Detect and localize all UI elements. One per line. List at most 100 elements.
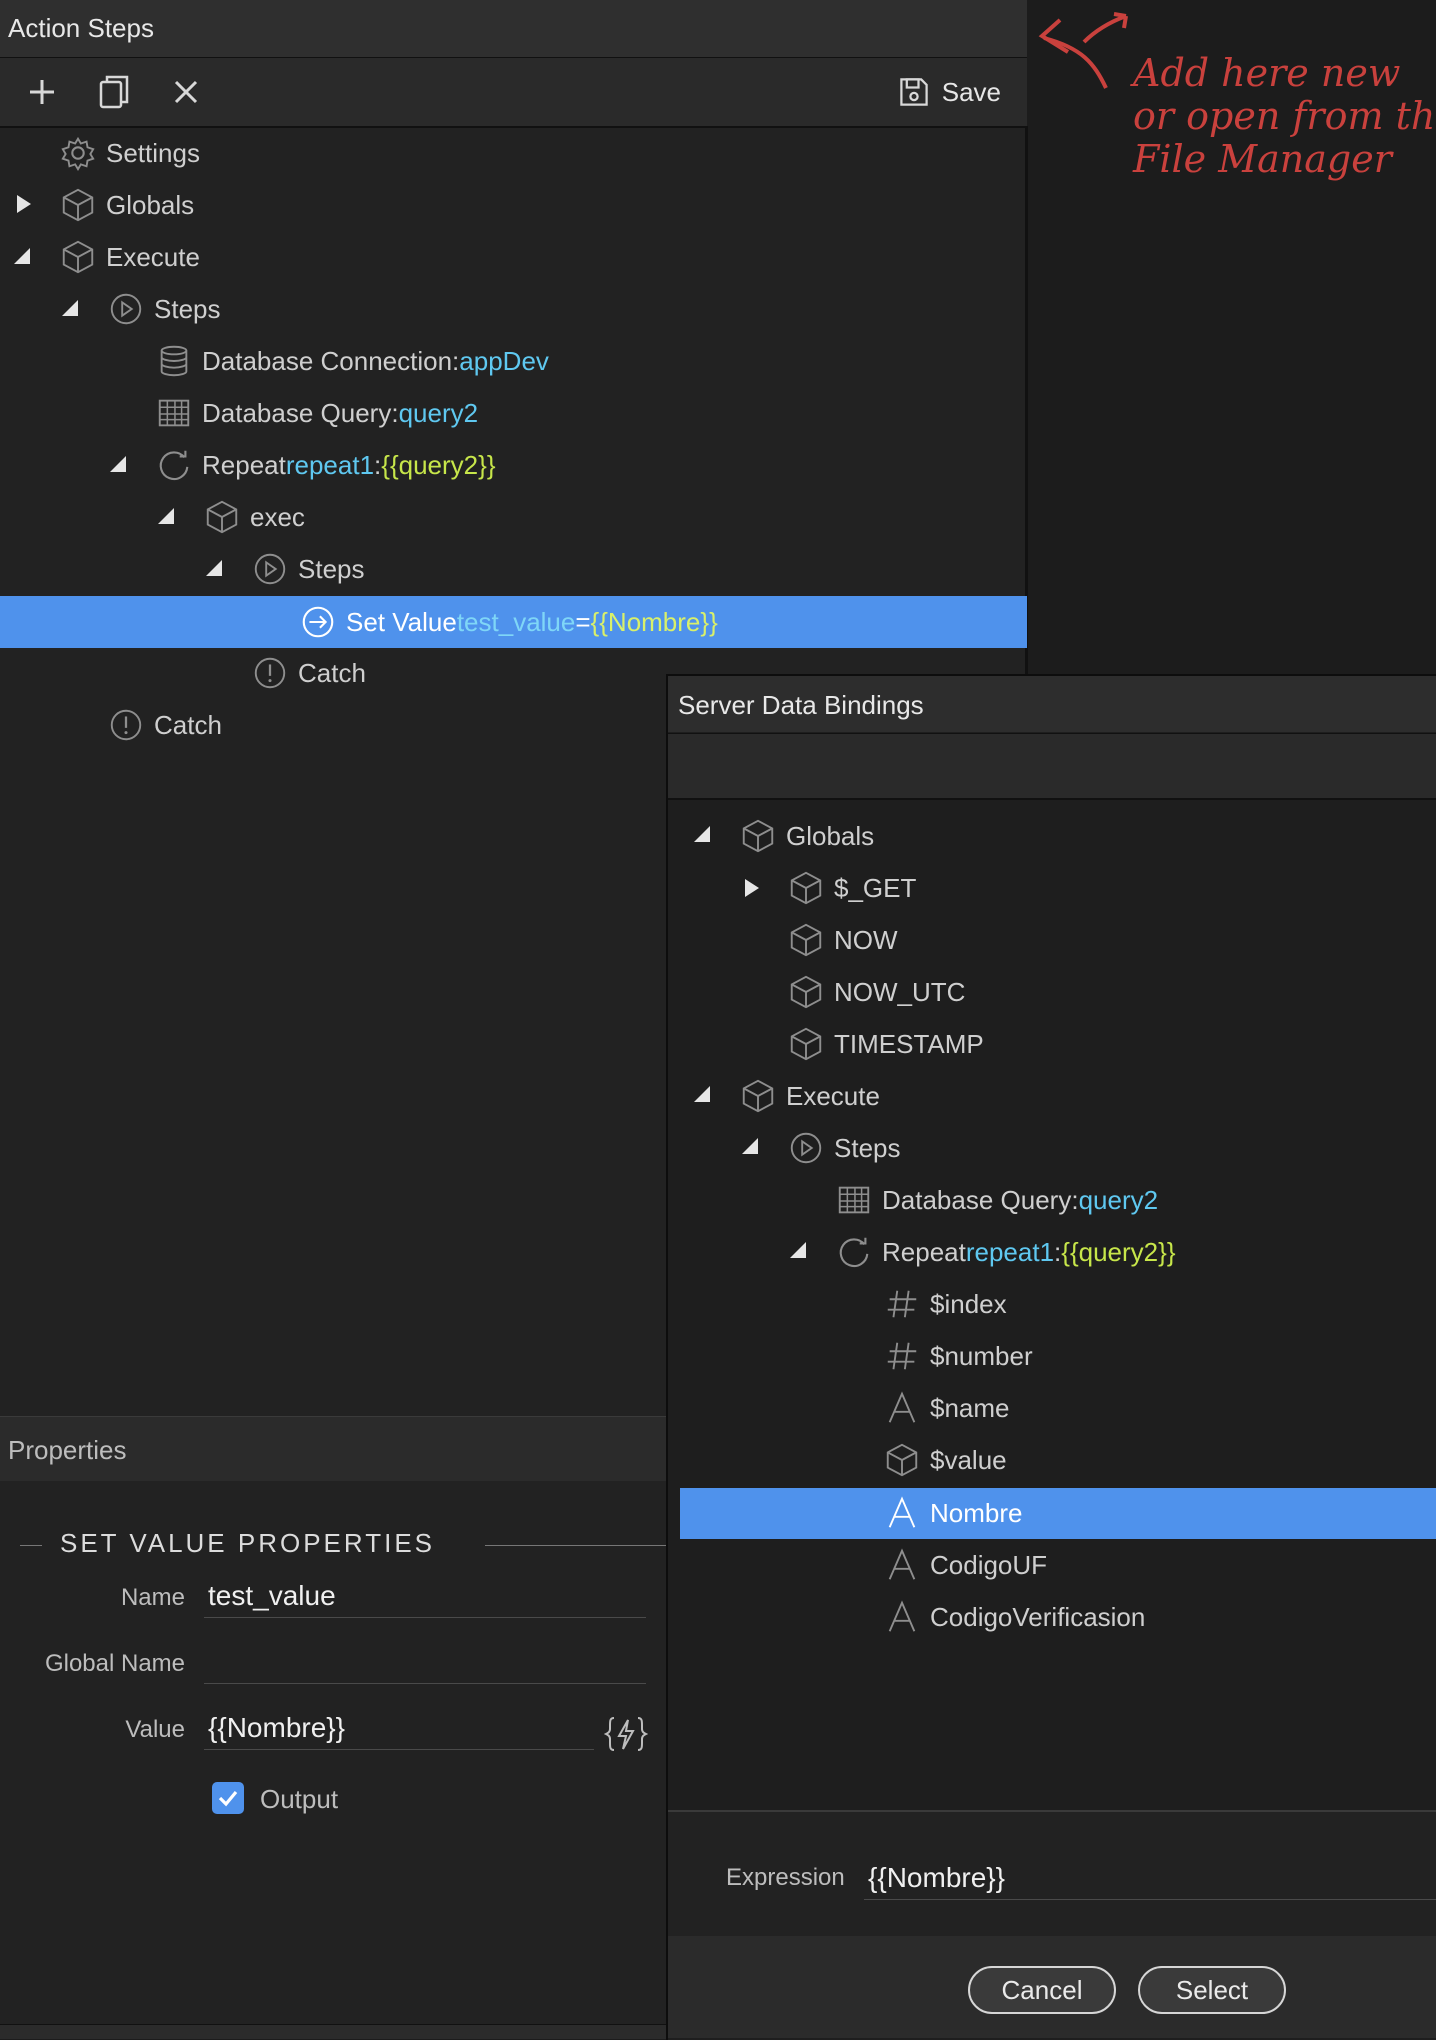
tree-item-inner-catch[interactable]: Catch: [250, 647, 366, 699]
binding-repeat[interactable]: Repeat repeat1: {{query2}}: [834, 1226, 1176, 1278]
output-checkbox[interactable]: [212, 1782, 244, 1814]
hash-icon: [882, 1336, 922, 1376]
text-type-icon: [882, 1493, 922, 1533]
section-title: SET VALUE PROPERTIES: [60, 1528, 435, 1558]
gear-icon: [58, 133, 98, 173]
copy-icon: [99, 75, 129, 109]
output-label: Output: [260, 1784, 339, 1814]
binding-index[interactable]: $index: [882, 1278, 1007, 1330]
cancel-button[interactable]: Cancel: [968, 1966, 1116, 2014]
action-steps-title: Action Steps: [8, 13, 154, 43]
duplicate-step-button[interactable]: [92, 70, 136, 114]
cube-icon: [786, 920, 826, 960]
binding-globals[interactable]: Globals: [738, 810, 874, 862]
tree-item-inner-steps[interactable]: Steps: [250, 543, 365, 595]
binding-number[interactable]: $number: [882, 1330, 1033, 1382]
close-icon: [174, 80, 198, 104]
binding-now[interactable]: NOW: [786, 914, 898, 966]
tree-item-steps[interactable]: Steps: [106, 283, 221, 335]
section-rule: [485, 1545, 668, 1546]
tree-item-globals[interactable]: Globals: [58, 179, 194, 231]
add-step-button[interactable]: [20, 70, 64, 114]
tree-item-repeat[interactable]: Repeat repeat1: {{query2}}: [154, 439, 496, 491]
collapse-arrow-icon[interactable]: [692, 824, 712, 844]
binding-get[interactable]: $_GET: [786, 862, 916, 914]
text-type-icon: [882, 1597, 922, 1637]
name-label: Name: [120, 1584, 185, 1611]
panel-divider: [1025, 126, 1028, 674]
save-label: Save: [941, 76, 1001, 107]
select-button[interactable]: Select: [1138, 1966, 1286, 2014]
collapse-arrow-icon[interactable]: [204, 558, 224, 578]
action-steps-toolbar: Save: [0, 58, 1027, 128]
repeat-icon: [154, 445, 194, 485]
dialog-toolbar: [668, 733, 1436, 800]
expression-field[interactable]: [864, 1856, 1436, 1900]
cube-icon: [58, 237, 98, 277]
tree-item-outer-catch[interactable]: Catch: [106, 699, 222, 751]
cube-icon: [882, 1440, 922, 1480]
expression-label: Expression: [726, 1864, 845, 1891]
collapse-arrow-icon[interactable]: [12, 246, 32, 266]
tree-item-settings[interactable]: Settings: [58, 127, 200, 179]
action-steps-titlebar: Action Steps: [0, 0, 1027, 58]
tree-item-database-connection[interactable]: Database Connection: appDev: [154, 335, 549, 387]
properties-panel: [0, 1481, 668, 2026]
tree-item-exec[interactable]: exec: [202, 491, 305, 543]
play-circle-icon: [786, 1128, 826, 1168]
global-name-label: Global Name: [44, 1650, 185, 1677]
binding-nombre[interactable]: Nombre: [882, 1487, 1022, 1539]
properties-title: Properties: [8, 1435, 127, 1465]
global-name-field[interactable]: [204, 1640, 646, 1684]
repeat-icon: [834, 1232, 874, 1272]
table-icon: [834, 1180, 874, 1220]
collapse-arrow-icon[interactable]: [60, 298, 80, 318]
annotation-arrow-icon: [1038, 12, 1128, 89]
text-type-icon: [882, 1388, 922, 1428]
table-icon: [154, 393, 194, 433]
collapse-arrow-icon[interactable]: [108, 454, 128, 474]
expand-arrow-icon[interactable]: [14, 194, 34, 214]
floppy-disk-icon: [900, 78, 928, 106]
hash-icon: [882, 1284, 922, 1324]
checkmark-icon: [218, 1790, 238, 1807]
binding-now-utc[interactable]: NOW_UTC: [786, 966, 965, 1018]
name-field[interactable]: [204, 1574, 646, 1618]
cube-icon: [738, 816, 778, 856]
tree-item-set-value[interactable]: Set Value test_value = {{Nombre}}: [298, 596, 718, 648]
cube-icon: [58, 185, 98, 225]
binding-codigo-uf[interactable]: CodigoUF: [882, 1539, 1047, 1591]
section-rule: [20, 1545, 42, 1546]
properties-titlebar: Properties: [0, 1416, 668, 1482]
binding-steps[interactable]: Steps: [786, 1122, 901, 1174]
value-field[interactable]: [204, 1706, 594, 1750]
cube-icon: [202, 497, 242, 537]
play-circle-icon: [250, 549, 290, 589]
binding-name[interactable]: $name: [882, 1382, 1010, 1434]
text-type-icon: [882, 1545, 922, 1585]
binding-value[interactable]: $value: [882, 1434, 1007, 1486]
cube-icon: [786, 868, 826, 908]
binding-codigo-verificasion[interactable]: CodigoVerificasion: [882, 1591, 1145, 1643]
binding-timestamp[interactable]: TIMESTAMP: [786, 1018, 984, 1070]
collapse-arrow-icon[interactable]: [740, 1136, 760, 1156]
dynamic-data-picker-icon[interactable]: [604, 1712, 648, 1756]
delete-step-button[interactable]: [164, 70, 208, 114]
tree-item-database-query[interactable]: Database Query: query2: [154, 387, 478, 439]
arrow-right-circle-icon: [298, 602, 338, 642]
binding-execute[interactable]: Execute: [738, 1070, 880, 1122]
dialog-titlebar: Server Data Bindings: [668, 676, 1436, 732]
binding-database-query[interactable]: Database Query: query2: [834, 1174, 1158, 1226]
expand-arrow-icon[interactable]: [742, 878, 762, 898]
annotation-note: Add here new or open from th File Manage…: [1133, 51, 1436, 181]
collapse-arrow-icon[interactable]: [692, 1084, 712, 1104]
bottom-statusbar: [0, 2024, 668, 2039]
dialog-title: Server Data Bindings: [678, 690, 924, 720]
section-heading: SET VALUE PROPERTIES: [20, 1528, 668, 1562]
save-button[interactable]: Save: [896, 70, 1001, 114]
cube-icon: [786, 972, 826, 1012]
cube-icon: [786, 1024, 826, 1064]
collapse-arrow-icon[interactable]: [156, 506, 176, 526]
tree-item-execute[interactable]: Execute: [58, 231, 200, 283]
collapse-arrow-icon[interactable]: [788, 1240, 808, 1260]
